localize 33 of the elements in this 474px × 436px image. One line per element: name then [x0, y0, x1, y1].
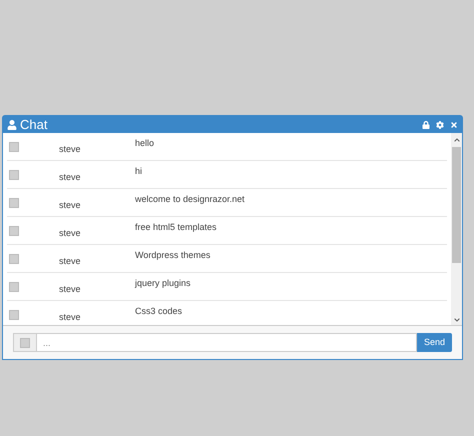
lock-icon[interactable] — [422, 120, 430, 128]
avatar-placeholder-icon — [20, 338, 30, 348]
message-text: welcome to designrazor.net — [135, 193, 245, 206]
user-icon — [7, 120, 17, 130]
scrollbar[interactable] — [451, 133, 462, 325]
username: steve — [59, 255, 82, 268]
message-text: hello — [135, 137, 154, 150]
username: steve — [59, 199, 82, 212]
message-text: jquery plugins — [135, 277, 191, 290]
avatar-placeholder-icon — [9, 198, 19, 208]
username: steve — [59, 171, 82, 184]
scroll-down-icon[interactable] — [454, 317, 460, 323]
scroll-up-icon[interactable] — [454, 137, 460, 143]
avatar-placeholder-icon — [9, 142, 19, 152]
message-input[interactable]: ... — [37, 333, 417, 352]
avatar-placeholder-icon — [9, 282, 19, 292]
avatar-placeholder-icon — [9, 226, 19, 236]
settings-icon[interactable] — [436, 120, 444, 128]
close-icon[interactable] — [450, 120, 458, 128]
message-text: free html5 templates — [135, 221, 217, 234]
username: steve — [59, 227, 82, 240]
username: steve — [59, 311, 82, 324]
avatar-placeholder-icon — [9, 310, 19, 320]
message-text: Css3 codes — [135, 305, 182, 318]
window-title: Chat — [20, 118, 48, 131]
username: steve — [59, 283, 82, 296]
send-button[interactable]: Send — [416, 333, 452, 352]
message-text: Wordpress themes — [135, 249, 210, 262]
avatar-placeholder-icon — [9, 254, 19, 264]
avatar-placeholder-icon — [9, 170, 19, 180]
username: steve — [59, 143, 82, 156]
scroll-thumb[interactable] — [452, 147, 461, 263]
message-text: hi — [135, 165, 142, 178]
